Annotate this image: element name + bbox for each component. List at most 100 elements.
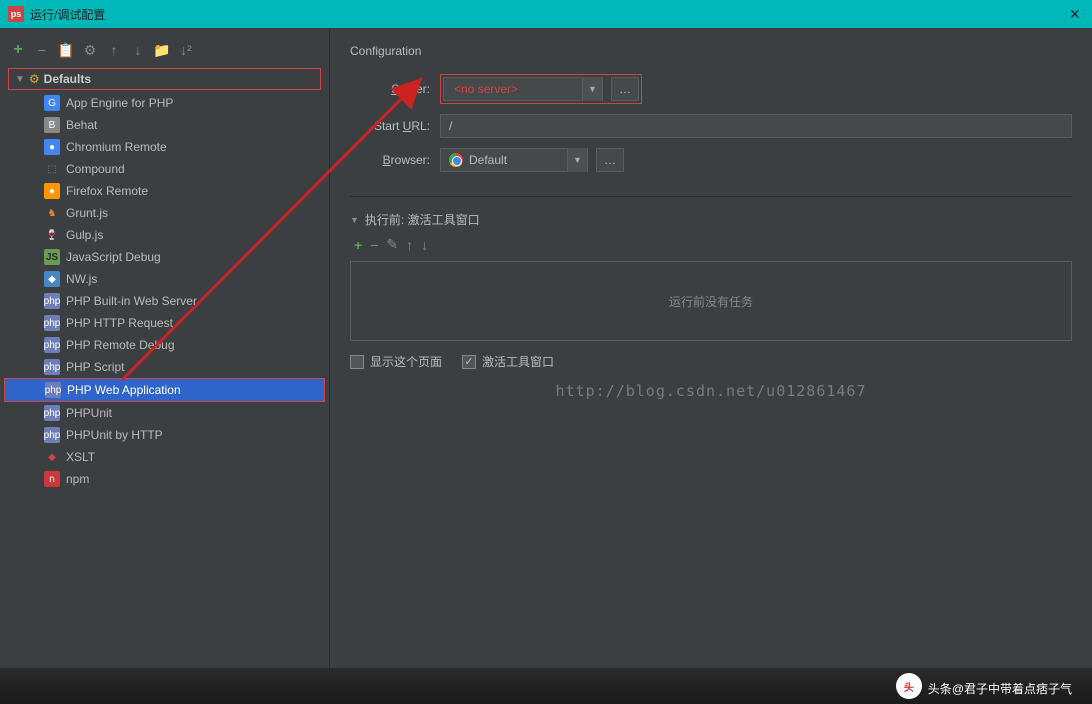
- tree-item[interactable]: phpPHP Remote Debug: [4, 334, 325, 356]
- config-type-icon: php: [45, 382, 61, 398]
- tree-item[interactable]: JS JavaScript Debug: [4, 246, 325, 268]
- config-type-icon: 🍷: [44, 227, 60, 243]
- watermark: http://blog.csdn.net/u012861467: [556, 382, 867, 400]
- checkbox-icon: [462, 355, 476, 369]
- expand-icon: ▼: [15, 74, 25, 85]
- tree-item-label: PHP Built-in Web Server: [66, 294, 197, 308]
- config-type-icon: ◆: [44, 271, 60, 287]
- activate-checkbox[interactable]: 激活工具窗口: [462, 353, 554, 370]
- left-panel: + − 📋 ⚙ ↑ ↓ 📁 ↓² ▼ ⚙ Defaults GApp Engin…: [0, 28, 330, 680]
- window-title: 运行/调试配置: [30, 6, 105, 23]
- tree-item[interactable]: ⬚ Compound: [4, 158, 325, 180]
- show-page-checkbox[interactable]: 显示这个页面: [350, 353, 442, 370]
- tree-item-label: Behat: [66, 118, 97, 132]
- add-task-button[interactable]: +: [354, 237, 362, 253]
- show-page-label: 显示这个页面: [370, 353, 442, 370]
- tree-item-label: Firefox Remote: [66, 184, 148, 198]
- start-url-label: Start URL:: [350, 119, 430, 133]
- tree-item[interactable]: ◆ XSLT: [4, 446, 325, 468]
- config-type-icon: ◆: [44, 449, 60, 465]
- settings-button[interactable]: ⚙: [80, 40, 100, 60]
- tree-item[interactable]: B Behat: [4, 114, 325, 136]
- down-button[interactable]: ↓: [128, 40, 148, 60]
- server-label: Server:: [350, 82, 430, 96]
- tree-root-label: Defaults: [44, 72, 91, 86]
- config-type-icon: php: [44, 293, 60, 309]
- server-value: <no server>: [444, 82, 582, 96]
- remove-task-button[interactable]: −: [370, 237, 378, 253]
- tree-item-label: PHP HTTP Request: [66, 316, 173, 330]
- up-button[interactable]: ↑: [104, 40, 124, 60]
- tree-toolbar: + − 📋 ⚙ ↑ ↓ 📁 ↓²: [0, 36, 329, 68]
- tree-root-defaults[interactable]: ▼ ⚙ Defaults: [8, 68, 321, 90]
- close-button[interactable]: ×: [1065, 4, 1084, 25]
- activate-label: 激活工具窗口: [482, 353, 554, 370]
- tree-item[interactable]: 🍷 Gulp.js: [4, 224, 325, 246]
- config-type-icon: php: [44, 315, 60, 331]
- copy-button[interactable]: 📋: [56, 40, 76, 60]
- tree-item-label: npm: [66, 472, 89, 486]
- config-type-icon: php: [44, 359, 60, 375]
- tree-item[interactable]: ♞ Grunt.js: [4, 202, 325, 224]
- tree-item[interactable]: phpPHPUnit by HTTP: [4, 424, 325, 446]
- tree-item[interactable]: php PHP Web Application: [4, 378, 325, 402]
- down-task-button[interactable]: ↓: [421, 237, 428, 253]
- tree-item-label: PHPUnit by HTTP: [66, 428, 163, 442]
- tree-item-label: JavaScript Debug: [66, 250, 161, 264]
- tree-item-label: PHP Web Application: [67, 383, 181, 397]
- tree-item-label: NW.js: [66, 272, 97, 286]
- sort-button[interactable]: ↓²: [176, 40, 196, 60]
- run-toolbar: + − ✎ ↑ ↓: [350, 236, 1072, 253]
- config-title: Configuration: [350, 44, 1072, 58]
- browser-browse-button[interactable]: …: [596, 148, 624, 172]
- tree-item[interactable]: ●Chromium Remote: [4, 136, 325, 158]
- config-type-icon: n: [44, 471, 60, 487]
- tree-item[interactable]: ● Firefox Remote: [4, 180, 325, 202]
- task-list: 运行前没有任务: [350, 261, 1072, 341]
- server-browse-button[interactable]: …: [611, 77, 639, 101]
- tree-item-label: Compound: [66, 162, 125, 176]
- server-dropdown[interactable]: <no server> ▼: [443, 77, 603, 101]
- folder-button[interactable]: 📁: [152, 40, 172, 60]
- before-run-label: 执行前: 激活工具窗口: [365, 211, 480, 228]
- toutiao-logo: 头: [896, 673, 922, 699]
- bottom-bar: 头 头条@君子中带着点痞子气: [0, 668, 1092, 704]
- tree-item-label: PHPUnit: [66, 406, 112, 420]
- config-type-icon: JS: [44, 249, 60, 265]
- titlebar: ps 运行/调试配置 ×: [0, 0, 1092, 28]
- tree-item[interactable]: nnpm: [4, 468, 325, 490]
- edit-task-button[interactable]: ✎: [386, 236, 398, 253]
- add-button[interactable]: +: [8, 40, 28, 60]
- tree-item-label: PHP Remote Debug: [66, 338, 175, 352]
- config-type-icon: ●: [44, 183, 60, 199]
- tree-item[interactable]: php PHP Built-in Web Server: [4, 290, 325, 312]
- start-url-input[interactable]: [440, 114, 1072, 138]
- tree-item-label: App Engine for PHP: [66, 96, 173, 110]
- remove-button[interactable]: −: [32, 40, 52, 60]
- browser-label: Browser:: [350, 153, 430, 167]
- toutiao-text: 头条@君子中带着点痞子气: [928, 673, 1072, 699]
- config-type-icon: B: [44, 117, 60, 133]
- divider: [350, 196, 1072, 197]
- browser-value: Default: [469, 153, 507, 167]
- tree-item-label: XSLT: [66, 450, 95, 464]
- config-type-icon: ⬚: [44, 161, 60, 177]
- config-type-icon: ♞: [44, 205, 60, 221]
- tree-item[interactable]: GApp Engine for PHP: [4, 92, 325, 114]
- before-run-section[interactable]: ▼ 执行前: 激活工具窗口: [350, 211, 1072, 228]
- app-icon: ps: [8, 6, 24, 22]
- tree-item[interactable]: ◆ NW.js: [4, 268, 325, 290]
- up-task-button[interactable]: ↑: [406, 237, 413, 253]
- expand-icon: ▼: [350, 215, 359, 225]
- chevron-down-icon: ▼: [567, 148, 587, 172]
- tree-item[interactable]: php PHPUnit: [4, 402, 325, 424]
- chevron-down-icon: ▼: [582, 77, 602, 101]
- right-panel: Configuration Server: <no server> ▼ … St…: [330, 28, 1092, 680]
- tree-item[interactable]: phpPHP Script: [4, 356, 325, 378]
- tree-item-label: Grunt.js: [66, 206, 108, 220]
- tree-item-label: Gulp.js: [66, 228, 103, 242]
- tree-item-label: Chromium Remote: [66, 140, 167, 154]
- tree-item[interactable]: php PHP HTTP Request: [4, 312, 325, 334]
- browser-dropdown[interactable]: Default ▼: [440, 148, 588, 172]
- config-type-icon: php: [44, 405, 60, 421]
